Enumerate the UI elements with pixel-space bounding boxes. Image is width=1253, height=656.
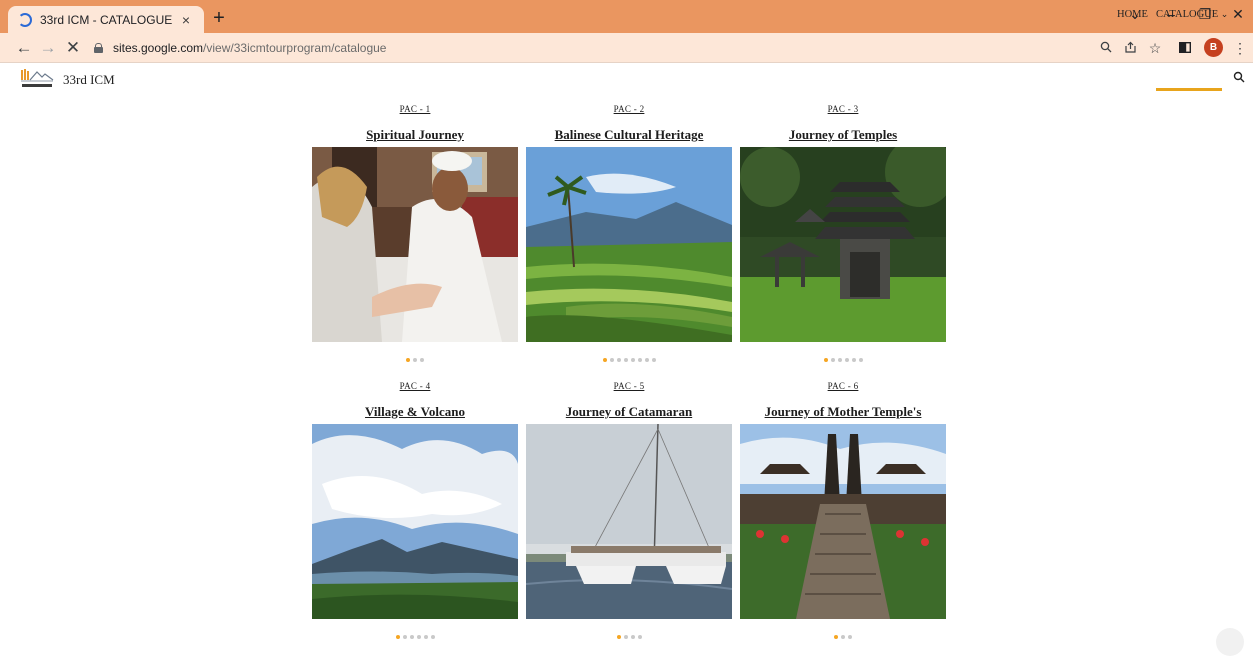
zoom-icon[interactable] <box>1097 39 1115 57</box>
package-title[interactable]: Spiritual Journey <box>292 127 538 143</box>
carousel-dot[interactable] <box>623 635 628 639</box>
bookmark-star-icon[interactable]: ☆ <box>1146 39 1164 57</box>
carousel-dot[interactable] <box>858 358 863 362</box>
back-arrow-icon[interactable]: ← <box>14 38 34 58</box>
site-header: 33rd ICM <box>0 63 1253 95</box>
carousel-dot[interactable] <box>423 635 428 639</box>
url-path: /view/33icmtourprogram/catalogue <box>203 41 387 55</box>
nav-catalogue-link[interactable]: CATALOGUE ⌄ <box>1156 9 1228 20</box>
package-code[interactable]: PAC - 1 <box>312 104 518 114</box>
carousel-dot[interactable] <box>602 358 607 362</box>
tab-close-icon[interactable]: × <box>178 12 194 28</box>
carousel-dot[interactable] <box>623 358 628 362</box>
carousel-dot[interactable] <box>834 635 838 639</box>
url-host: sites.google.com <box>113 41 204 55</box>
package-title[interactable]: Village & Volcano <box>292 404 538 420</box>
profile-avatar[interactable]: B <box>1204 38 1223 57</box>
carousel-dot[interactable] <box>416 635 421 639</box>
package-title[interactable]: Journey of Mother Temple's <box>720 404 966 420</box>
carousel-dot[interactable] <box>851 358 856 362</box>
site-logo[interactable] <box>20 68 54 90</box>
carousel-dots[interactable] <box>312 635 518 641</box>
package-code[interactable]: PAC - 2 <box>526 104 732 114</box>
active-nav-indicator <box>1156 88 1222 91</box>
carousel-dot[interactable] <box>823 358 828 362</box>
site-name[interactable]: 33rd ICM <box>63 72 115 88</box>
carousel-dot[interactable] <box>630 358 635 362</box>
browser-tab-strip: 33rd ICM - CATALOGUE × + ⌄ – ❐ ✕ <box>0 0 1253 33</box>
carousel-dot[interactable] <box>409 635 414 639</box>
package-code[interactable]: PAC - 5 <box>526 381 732 391</box>
carousel-dot[interactable] <box>848 635 852 639</box>
package-title[interactable]: Journey of Catamaran <box>506 404 752 420</box>
scroll-button[interactable] <box>1216 628 1244 656</box>
share-icon[interactable] <box>1121 39 1139 57</box>
chevron-down-icon: ⌄ <box>1220 9 1229 19</box>
carousel-dot[interactable] <box>837 358 842 362</box>
url-text: sites.google.com/view/33icmtourprogram/c… <box>113 41 386 55</box>
carousel-dot[interactable] <box>651 358 656 362</box>
mother-temple-photo[interactable] <box>740 424 946 619</box>
package-code[interactable]: PAC - 6 <box>740 381 946 391</box>
rice-terrace-photo[interactable] <box>526 147 732 342</box>
pagoda-temple-photo[interactable] <box>740 147 946 342</box>
search-icon[interactable] <box>1233 71 1245 83</box>
new-tab-button[interactable]: + <box>209 8 229 28</box>
carousel-dot[interactable] <box>637 635 642 639</box>
package-code[interactable]: PAC - 4 <box>312 381 518 391</box>
forward-arrow-icon[interactable]: → <box>38 38 58 58</box>
carousel-dot[interactable] <box>830 358 835 362</box>
carousel-dot[interactable] <box>402 635 407 639</box>
carousel-dots[interactable] <box>526 635 732 641</box>
carousel-dots[interactable] <box>312 358 518 364</box>
carousel-dot[interactable] <box>406 358 410 362</box>
carousel-dot[interactable] <box>844 358 849 362</box>
carousel-dot[interactable] <box>430 635 435 639</box>
browser-tab[interactable]: 33rd ICM - CATALOGUE × <box>8 6 204 33</box>
carousel-dots[interactable] <box>526 358 732 364</box>
lock-icon <box>94 43 103 53</box>
package-title[interactable]: Journey of Temples <box>720 127 966 143</box>
healer-ritual-photo[interactable] <box>312 147 518 342</box>
carousel-dot[interactable] <box>637 358 642 362</box>
carousel-dot[interactable] <box>644 358 649 362</box>
carousel-dot[interactable] <box>609 358 614 362</box>
address-bar[interactable]: sites.google.com/view/33icmtourprogram/c… <box>94 37 1074 59</box>
volcano-lake-photo[interactable] <box>312 424 518 619</box>
carousel-dot[interactable] <box>413 358 417 362</box>
carousel-dot[interactable] <box>420 358 424 362</box>
carousel-dot[interactable] <box>616 635 621 639</box>
loading-spinner-icon <box>18 12 32 27</box>
carousel-dot[interactable] <box>841 635 845 639</box>
carousel-dot[interactable] <box>630 635 635 639</box>
stop-loading-icon[interactable]: ✕ <box>63 38 83 58</box>
package-code[interactable]: PAC - 3 <box>740 104 946 114</box>
carousel-dots[interactable] <box>740 358 946 364</box>
nav-catalogue-label: CATALOGUE <box>1156 9 1219 20</box>
carousel-dots[interactable] <box>740 635 946 641</box>
menu-kebab-icon[interactable]: ⋮ <box>1231 39 1249 57</box>
carousel-dot[interactable] <box>395 635 400 639</box>
browser-toolbar: ← → ✕ sites.google.com/view/33icmtourpro… <box>0 33 1253 63</box>
carousel-dot[interactable] <box>616 358 621 362</box>
nav-home-link[interactable]: HOME <box>1117 9 1148 20</box>
close-window-button[interactable]: ✕ <box>1228 6 1248 23</box>
side-panel-icon[interactable] <box>1176 39 1194 57</box>
catamaran-photo[interactable] <box>526 424 732 619</box>
tab-title: 33rd ICM - CATALOGUE <box>40 12 173 27</box>
package-title[interactable]: Balinese Cultural Heritage <box>506 127 752 143</box>
